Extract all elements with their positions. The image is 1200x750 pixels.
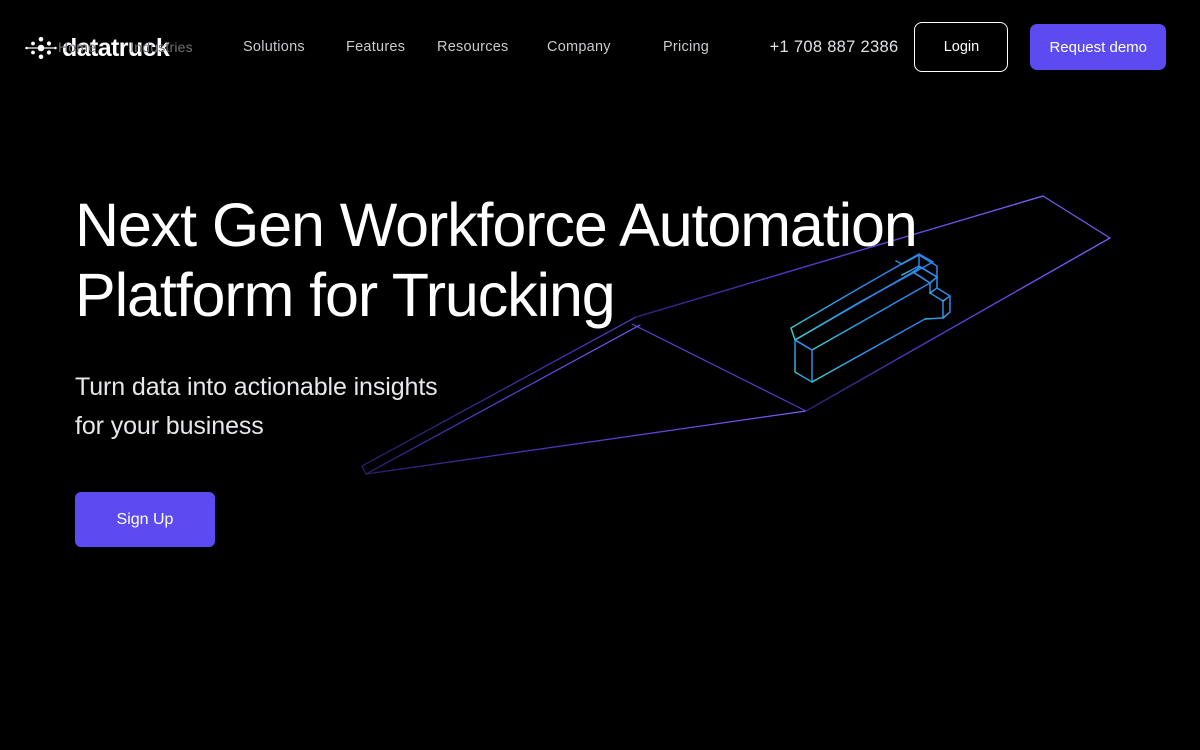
dots-constellation-icon [24,35,58,61]
secondary-nav: Home Industries [58,39,193,55]
nav-item-features[interactable]: Features [346,39,437,55]
nav-item-company[interactable]: Company [547,39,663,55]
navbar-actions: +1 708 887 2386 Login Request demo [770,22,1166,72]
sign-up-button[interactable]: Sign Up [75,492,215,547]
nav-item-resources[interactable]: Resources [437,39,547,55]
hero-section: Next Gen Workforce Automation Platform f… [75,190,955,547]
nav-item-home[interactable]: Home [58,39,96,55]
hero-heading: Next Gen Workforce Automation Platform f… [75,191,918,329]
request-demo-button[interactable]: Request demo [1030,24,1166,70]
nav-item-solutions[interactable]: Solutions [243,39,346,55]
hero-subheading: Turn data into actionable insights for y… [75,373,438,440]
phone-number[interactable]: +1 708 887 2386 [770,38,899,57]
primary-nav: Solutions Features Resources Company Pri… [243,39,709,55]
navbar: Home Industries datatruck Solutions Feat… [0,0,1200,95]
nav-item-pricing[interactable]: Pricing [663,39,709,55]
login-button[interactable]: Login [914,22,1009,72]
nav-item-industries[interactable]: Industries [130,39,193,55]
landing-page: Home Industries datatruck Solutions Feat… [0,0,1200,750]
